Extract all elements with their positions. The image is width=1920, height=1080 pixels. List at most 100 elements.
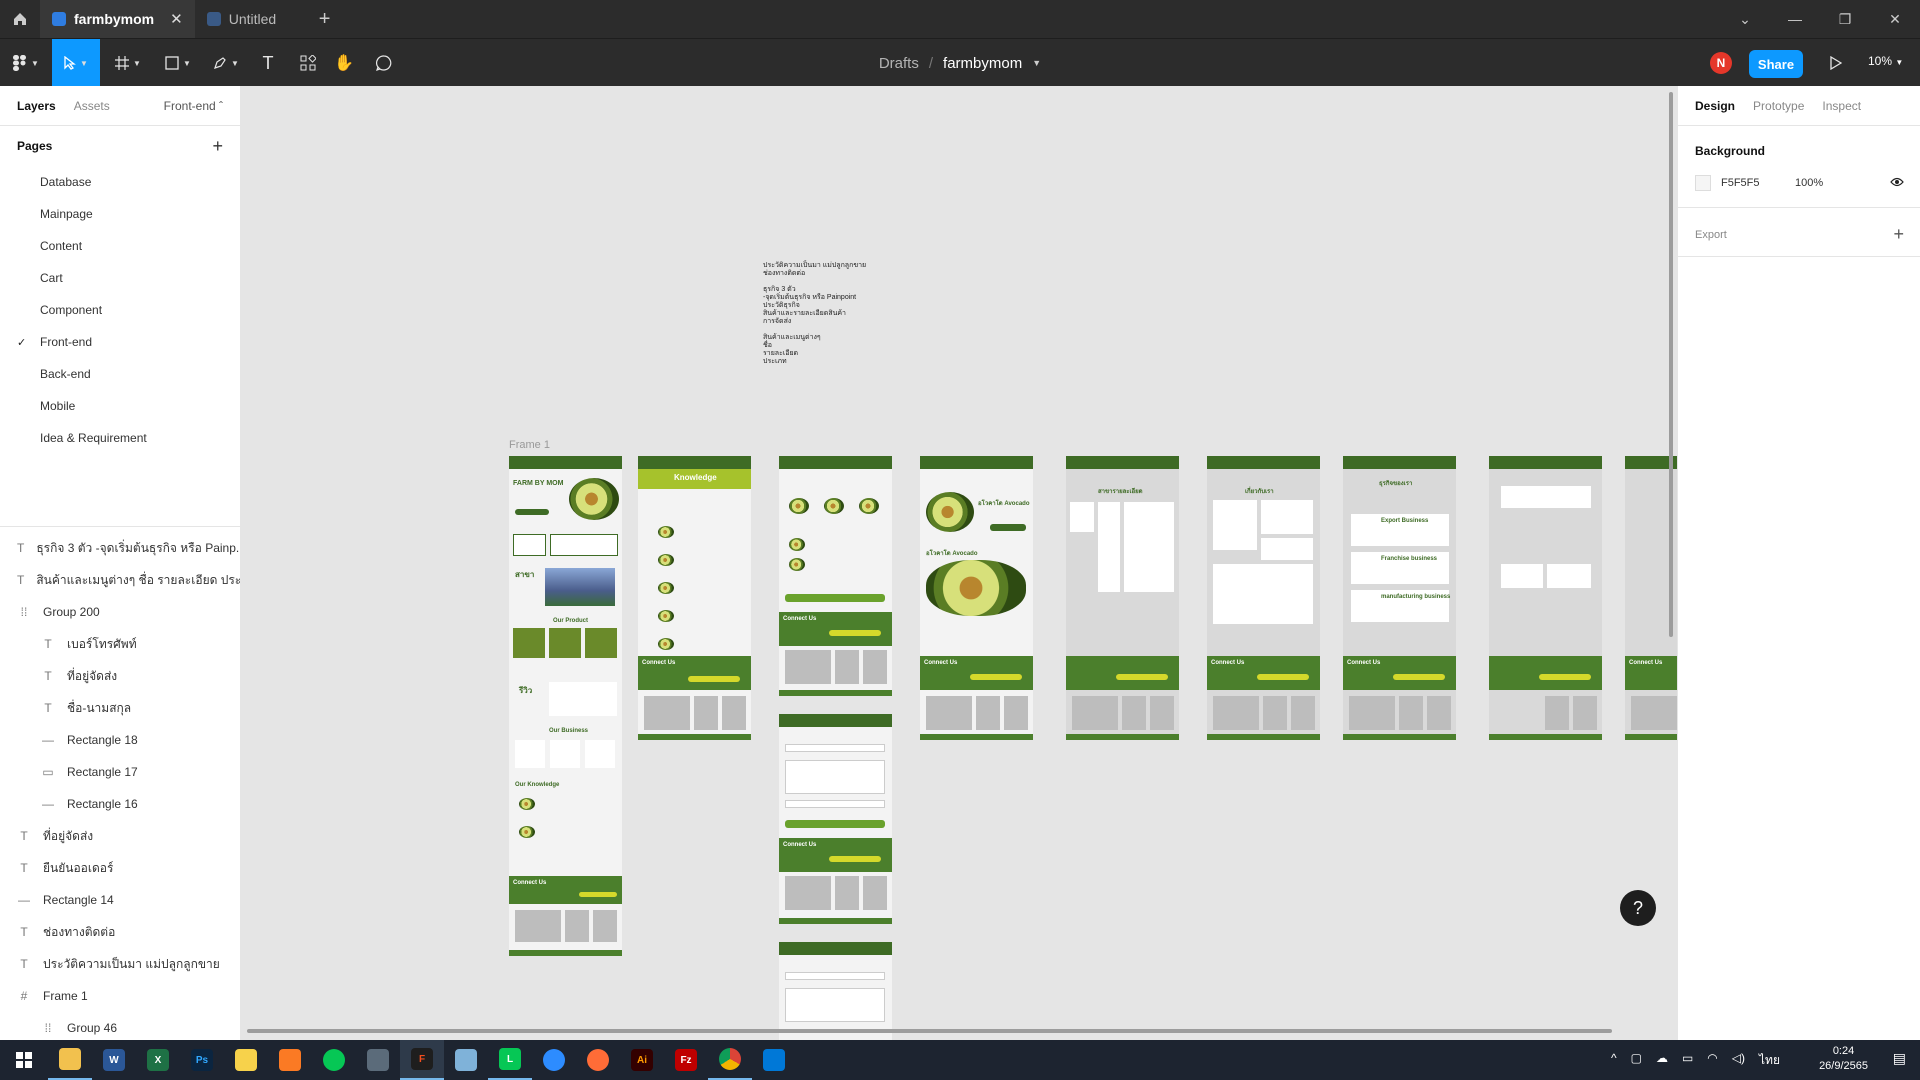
page-item-component[interactable]: Component — [0, 294, 240, 326]
breadcrumb-drafts[interactable]: Drafts — [879, 55, 919, 72]
avatar[interactable]: N — [1710, 52, 1732, 74]
frame-order-form[interactable]: Connect Us — [779, 714, 892, 924]
meet-icon[interactable]: ▢ — [1631, 1051, 1642, 1070]
frame-order-form-2[interactable] — [779, 942, 892, 1040]
canvas[interactable]: ประวัติความเป็นมา แม่ปลูกลูกขาย ช่องทางต… — [241, 86, 1677, 1040]
present-button[interactable] — [1824, 51, 1848, 75]
wifi-icon[interactable]: ◠ — [1707, 1051, 1717, 1070]
chevron-up-icon[interactable]: ^ — [1611, 1051, 1617, 1070]
layer-row[interactable]: # Frame 1 — [0, 980, 240, 1012]
layer-row[interactable]: T สินค้าและเมนูต่างๆ ชื่อ รายละเอียด ประเ… — [0, 564, 240, 596]
note-text-block[interactable]: ประวัติความเป็นมา แม่ปลูกลูกขาย ช่องทางต… — [763, 262, 866, 366]
tab-assets[interactable]: Assets — [74, 99, 110, 113]
photoshop-icon[interactable]: Ps — [180, 1040, 224, 1080]
pen-tool-button[interactable]: ▼ — [206, 39, 246, 87]
word-icon[interactable]: W — [92, 1040, 136, 1080]
zoom-dropdown[interactable]: 10% ▼ — [1868, 54, 1903, 68]
tab-layers[interactable]: Layers — [17, 99, 56, 113]
close-window-icon[interactable]: ✕ — [1870, 0, 1920, 38]
explorer-icon[interactable] — [48, 1040, 92, 1080]
layer-row[interactable]: T ช่องทางติดต่อ — [0, 916, 240, 948]
layer-row[interactable]: T ธุรกิจ 3 ตัว -จุดเริ่มต้นธุรกิจ หรือ Pa… — [0, 532, 240, 564]
layer-row[interactable]: T ยืนยันออเดอร์ — [0, 852, 240, 884]
frame-branch-detail[interactable]: สาขารายละเอียด — [1066, 456, 1179, 740]
line-icon[interactable]: L — [488, 1040, 532, 1080]
illustrator-icon[interactable]: Ai — [620, 1040, 664, 1080]
notification-icon[interactable]: ▤ — [1893, 1050, 1906, 1067]
figma-taskbar-icon[interactable]: F — [400, 1040, 444, 1080]
layer-row[interactable]: — Rectangle 18 — [0, 724, 240, 756]
layer-row[interactable]: — Rectangle 16 — [0, 788, 240, 820]
frame-products[interactable]: Connect Us — [779, 456, 892, 696]
hand-tool-button[interactable]: ✋ — [328, 39, 360, 87]
move-tool-button[interactable]: ▼ — [52, 39, 100, 87]
notepad-icon[interactable] — [444, 1040, 488, 1080]
battery-icon[interactable]: ▭ — [1682, 1051, 1693, 1070]
tab-prototype[interactable]: Prototype — [1753, 99, 1804, 113]
minimize-icon[interactable]: — — [1770, 0, 1820, 38]
panel-divider[interactable] — [0, 526, 240, 527]
eye-icon[interactable] — [1890, 177, 1904, 190]
layer-row[interactable]: — Rectangle 14 — [0, 884, 240, 916]
layer-row[interactable]: ⁞⁞ Group 200 — [0, 596, 240, 628]
horizontal-scrollbar[interactable] — [247, 1029, 1612, 1033]
vertical-scrollbar[interactable] — [1669, 92, 1673, 637]
page-item-content[interactable]: Content — [0, 230, 240, 262]
home-icon[interactable] — [0, 0, 40, 38]
new-tab-icon[interactable]: + — [305, 8, 345, 31]
text-tool-button[interactable]: T — [252, 39, 284, 87]
page-item-idea-requirement[interactable]: Idea & Requirement — [0, 422, 240, 454]
xampp-icon[interactable] — [268, 1040, 312, 1080]
page-item-mobile[interactable]: Mobile — [0, 390, 240, 422]
frame-our-business[interactable]: ธุรกิจของเรา Export Business Franchise b… — [1343, 456, 1456, 740]
add-export-icon[interactable]: + — [1893, 224, 1904, 245]
page-item-database[interactable]: Database — [0, 166, 240, 198]
frame-tool-button[interactable]: ▼ — [108, 39, 148, 87]
frame-layout[interactable] — [1489, 456, 1602, 740]
language-indicator[interactable]: ไทย — [1759, 1051, 1780, 1070]
add-page-icon[interactable]: + — [212, 136, 223, 157]
frame-product-detail[interactable]: อโวคาโด Avocado อโวคาโด Avocado Connect … — [920, 456, 1033, 740]
page-item-cart[interactable]: Cart — [0, 262, 240, 294]
restore-icon[interactable]: ❐ — [1820, 0, 1870, 38]
tab-inspect[interactable]: Inspect — [1822, 99, 1861, 113]
onedrive-icon[interactable]: ☁ — [1656, 1051, 1668, 1070]
tab-untitled[interactable]: Untitled — [195, 0, 305, 38]
background-opacity[interactable]: 100% — [1795, 177, 1823, 189]
page-item-mainpage[interactable]: Mainpage — [0, 198, 240, 230]
comment-tool-button[interactable] — [368, 39, 400, 87]
page-item-front-end[interactable]: ✓ Front-end — [0, 326, 240, 358]
excel-icon[interactable]: X — [136, 1040, 180, 1080]
tab-farmbymom[interactable]: farmbymom ✕ — [40, 0, 195, 38]
page-item-back-end[interactable]: Back-end — [0, 358, 240, 390]
layer-row[interactable]: T ประวัติความเป็นมา แม่ปลูกลูกขาย — [0, 948, 240, 980]
file-name[interactable]: farmbymom — [943, 55, 1022, 72]
shape-tool-button[interactable]: ▼ — [158, 39, 198, 87]
color-swatch[interactable] — [1695, 175, 1711, 191]
clock[interactable]: 0:24 26/9/2565 — [1819, 1044, 1868, 1074]
start-button[interactable] — [0, 1040, 48, 1080]
vscode-icon[interactable] — [752, 1040, 796, 1080]
tab-design[interactable]: Design — [1695, 99, 1735, 113]
postman-icon[interactable] — [576, 1040, 620, 1080]
layer-row[interactable]: T เบอร์โทรศัพท์ — [0, 628, 240, 660]
layer-row[interactable]: ▭ Rectangle 17 — [0, 756, 240, 788]
volume-icon[interactable]: ◁) — [1732, 1051, 1745, 1070]
frame-label[interactable]: Frame 1 — [509, 439, 550, 451]
layer-row[interactable]: T ชื่อ-นามสกุล — [0, 692, 240, 724]
frame-homepage[interactable]: FARM BY MOM สาขา Our Product รีวิว Our B… — [509, 456, 622, 956]
chevron-down-icon[interactable]: ⌄ — [1720, 0, 1770, 38]
layer-row[interactable]: ⁞⁞ Group 46 — [0, 1012, 240, 1040]
background-hex[interactable]: F5F5F5 — [1721, 177, 1795, 189]
zoom-icon[interactable] — [532, 1040, 576, 1080]
close-tab-icon[interactable]: ✕ — [170, 10, 183, 28]
page-selector[interactable]: Front-end ˆ — [164, 99, 223, 113]
background-fill-row[interactable]: F5F5F5 100% — [1695, 175, 1904, 191]
sticky-notes-icon[interactable] — [224, 1040, 268, 1080]
export-row[interactable]: Export + — [1695, 224, 1904, 245]
layer-row[interactable]: T ที่อยู่จัดส่ง — [0, 660, 240, 692]
resources-button[interactable] — [292, 39, 324, 87]
filezilla-icon[interactable]: Fz — [664, 1040, 708, 1080]
frame-about-us[interactable]: เกี่ยวกับเรา Connect Us — [1207, 456, 1320, 740]
main-menu-button[interactable]: ▼ — [8, 39, 44, 87]
